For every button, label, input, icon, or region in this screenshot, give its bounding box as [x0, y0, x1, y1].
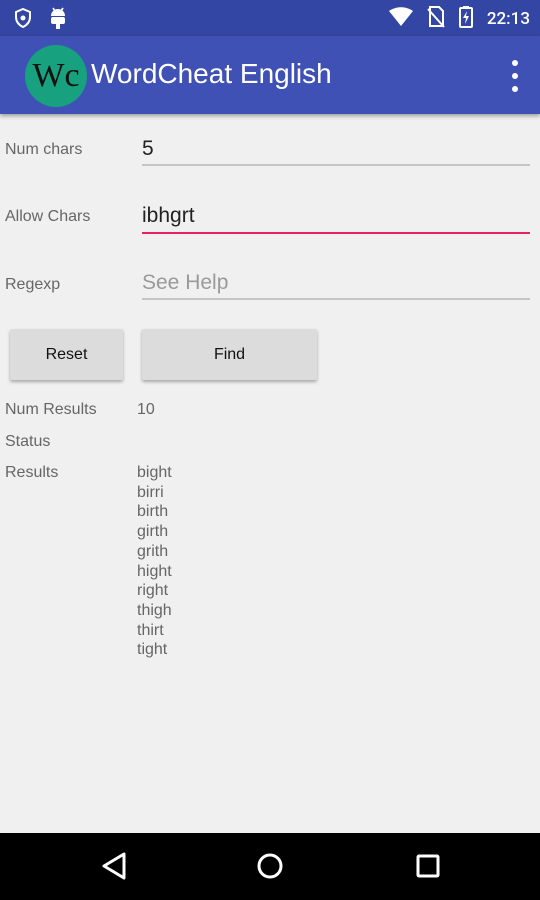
results-label: Results: [5, 464, 59, 481]
recents-icon[interactable]: [414, 851, 442, 885]
app-bar: Wc WordCheat English: [0, 36, 540, 114]
wifi-icon: [388, 7, 413, 31]
regexp-input[interactable]: [142, 266, 530, 300]
home-icon[interactable]: [256, 851, 284, 885]
list-item: birth: [137, 503, 169, 521]
allow-chars-label: Allow Chars: [5, 208, 91, 225]
list-item: thigh: [137, 601, 172, 619]
list-item: thirt: [137, 621, 164, 639]
back-icon[interactable]: [100, 851, 128, 885]
list-item: birri: [137, 483, 164, 501]
num-chars-input[interactable]: [142, 132, 530, 166]
allow-chars-underline: [142, 232, 530, 234]
results-list: bight birri birth girth grith hight righ…: [137, 463, 172, 660]
no-sim-icon: [427, 6, 445, 32]
num-chars-label: Num chars: [5, 141, 83, 158]
android-icon: [48, 7, 68, 33]
regexp-underline: [142, 298, 530, 300]
num-results-label: Num Results: [5, 401, 97, 418]
list-item: tight: [137, 641, 168, 659]
clock: 22:13: [486, 9, 530, 29]
list-item: girth: [137, 523, 169, 541]
list-item: grith: [137, 542, 169, 560]
list-item: right: [137, 582, 169, 600]
app-logo: Wc: [25, 45, 87, 107]
nav-bar: [0, 833, 540, 900]
num-results-value: 10: [137, 401, 155, 418]
status-label: Status: [5, 433, 51, 450]
more-vert-icon[interactable]: [504, 60, 526, 92]
status-bar: 22:13: [0, 0, 540, 36]
reset-button[interactable]: Reset: [10, 329, 123, 380]
num-chars-underline: [142, 164, 530, 166]
list-item: hight: [137, 562, 172, 580]
battery-icon: [458, 6, 473, 32]
regexp-label: Regexp: [5, 276, 61, 293]
list-item: bight: [137, 464, 172, 481]
app-title: WordCheat English: [91, 58, 332, 89]
shield-icon: [14, 7, 32, 32]
allow-chars-input[interactable]: [142, 199, 530, 233]
find-button[interactable]: Find: [142, 329, 317, 380]
